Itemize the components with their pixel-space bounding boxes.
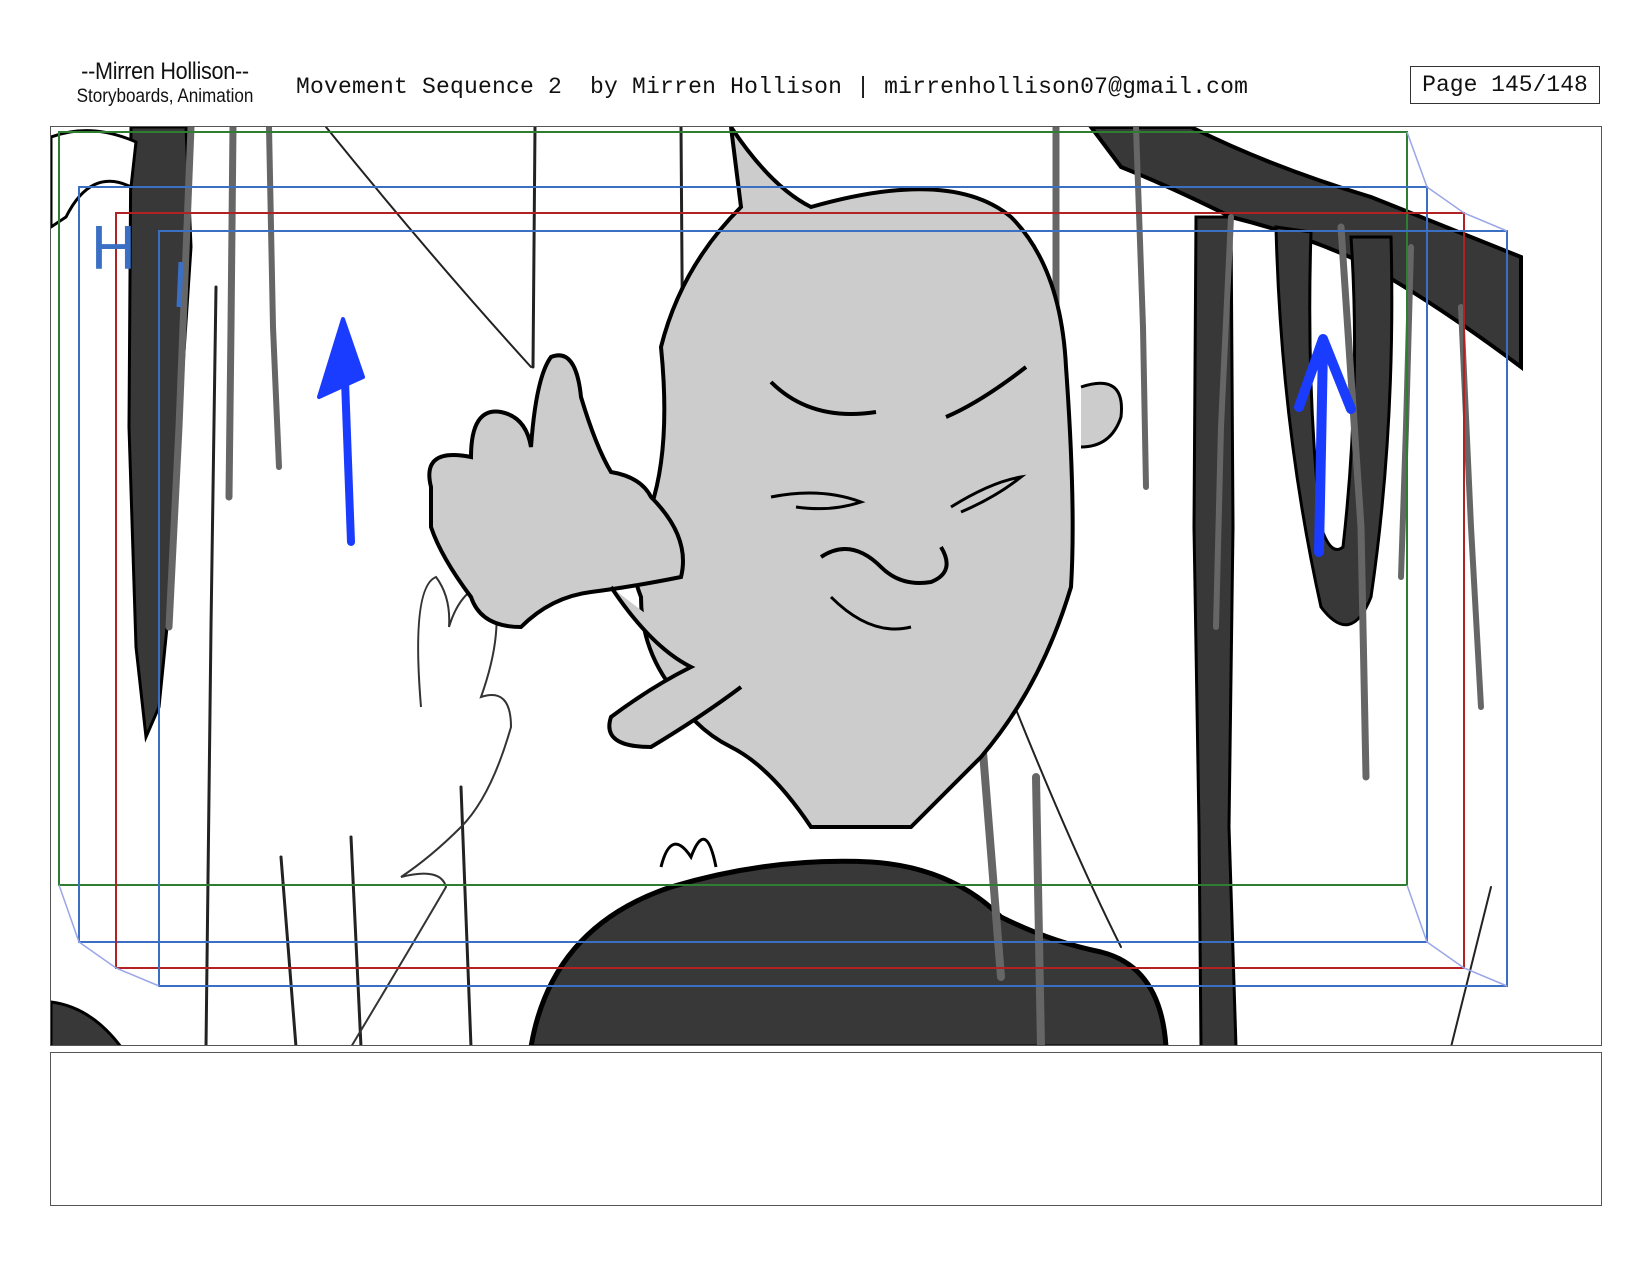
dark-rock: [528, 858, 1169, 1045]
thin-line: [325, 127, 532, 368]
frame-guide: [58, 884, 160, 987]
marker-tick: [176, 261, 184, 308]
studio-logo: --Mirren Hollison-- Storyboards, Animati…: [60, 58, 270, 108]
arrow-shaft: [1314, 342, 1328, 557]
vine: [225, 127, 237, 501]
frame-guide: [1406, 884, 1508, 987]
logo-subtitle: Storyboards, Animation: [76, 86, 254, 107]
hanging-loop-right: [1274, 225, 1394, 627]
character-foot: [659, 837, 718, 868]
panel-notes-box: [50, 1052, 1602, 1206]
document-title-line: Movement Sequence 2 by Mirren Hollison |…: [296, 74, 1249, 100]
grass-scribble: [351, 575, 513, 1045]
vine: [266, 127, 282, 470]
tree-trunk-right: [1192, 215, 1238, 1045]
thin-line: [1010, 696, 1122, 948]
dark-corner-bottom-left: [51, 1000, 122, 1045]
storyboard-panel: H: [50, 126, 1602, 1046]
logo-name: --Mirren Hollison--: [81, 58, 249, 85]
thin-line: [531, 127, 537, 369]
vine: [1133, 127, 1149, 490]
thin-line: [1450, 886, 1492, 1045]
arrow-head: [317, 317, 365, 399]
up-arrow-left: [317, 317, 365, 546]
page-number: Page 145/148: [1410, 66, 1600, 104]
frame-marker: H: [91, 214, 136, 283]
thin-line: [204, 285, 218, 1045]
character-ear: [1080, 381, 1123, 449]
panel-drawing: H: [51, 127, 1523, 1045]
vine: [1032, 773, 1045, 1045]
